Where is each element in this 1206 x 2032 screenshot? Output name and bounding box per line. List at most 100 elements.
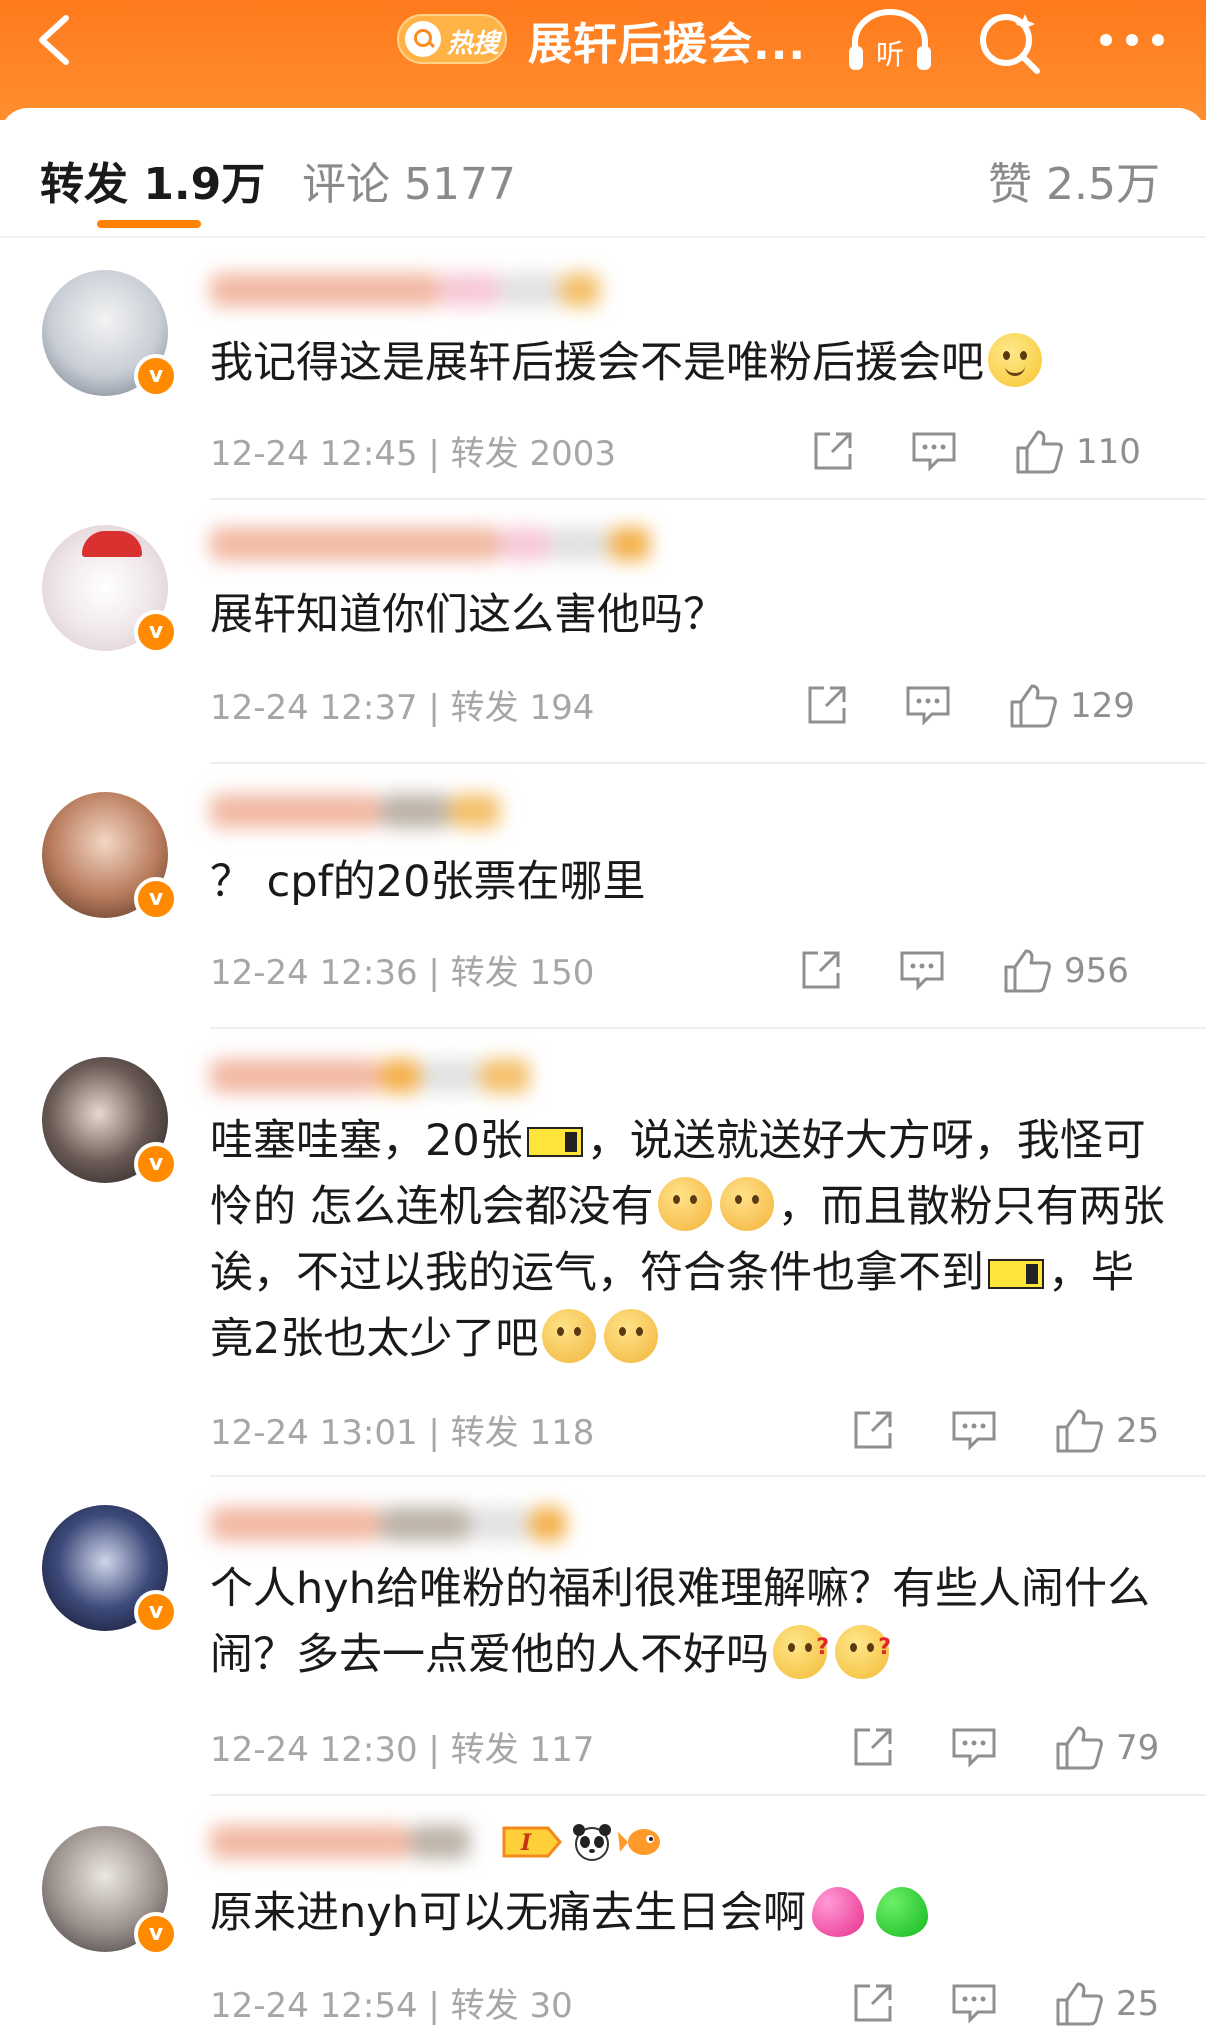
action-bar: 129 bbox=[804, 682, 1170, 732]
divider bbox=[210, 1794, 1206, 1796]
level-badge-icon: I bbox=[502, 1826, 562, 1858]
comment-text: 原来进nyh可以无痛去生日会啊 bbox=[210, 1880, 1170, 1946]
santa-hat bbox=[82, 531, 142, 557]
svg-text:I: I bbox=[520, 1830, 532, 1856]
share-icon[interactable] bbox=[850, 1407, 896, 1453]
comment-time: 12-24 12:54 bbox=[210, 1986, 418, 2026]
username-blurred[interactable] bbox=[210, 268, 660, 312]
listen-icon[interactable]: 听 bbox=[845, 8, 935, 74]
comment-time: 12-24 12:45 bbox=[210, 434, 418, 474]
tab-repost[interactable]: 转发 1.9万 bbox=[40, 148, 265, 212]
comment-text: 哇塞哇塞，20张 ，说送就送好大方呀，我怪可怜的 怎么连机会都没有 ，而且散粉只有两… bbox=[210, 1116, 1165, 1364]
comment-meta: 12-24 12:30 | 转发 117 bbox=[210, 1722, 594, 1771]
thumb-up-icon bbox=[1056, 1982, 1103, 2026]
fish-icon bbox=[618, 1829, 660, 1855]
action-bar: 25 bbox=[850, 1980, 1170, 2030]
repost-count: 转发 117 bbox=[450, 1730, 595, 1770]
divider bbox=[210, 1027, 1206, 1029]
pleading-face-icon bbox=[657, 1177, 712, 1231]
meta-separator: | bbox=[428, 434, 451, 474]
comment-meta: 12-24 12:45 | 转发 2003 bbox=[210, 426, 616, 475]
comment-meta: 12-24 13:01 | 转发 118 bbox=[210, 1405, 594, 1454]
user-badges: I bbox=[500, 1822, 680, 1866]
comment-icon[interactable] bbox=[910, 428, 958, 474]
meta-separator: | bbox=[428, 688, 451, 728]
comment-icon[interactable] bbox=[898, 947, 946, 993]
svg-text:听: 听 bbox=[876, 38, 904, 71]
thumb-up-icon bbox=[1056, 1409, 1103, 1453]
like-button[interactable]: 956 bbox=[1002, 947, 1170, 999]
comment-text: 我记得这是展轩后援会不是唯粉后援会吧 bbox=[210, 330, 1170, 396]
green-heart-icon bbox=[875, 1887, 928, 1937]
repost-count: 转发 150 bbox=[450, 953, 595, 993]
active-tab-indicator bbox=[97, 220, 201, 228]
comment-icon[interactable] bbox=[950, 1407, 998, 1453]
comment-time: 12-24 12:37 bbox=[210, 688, 418, 728]
hot-search-icon bbox=[405, 21, 441, 57]
thinking-face-icon: ? bbox=[835, 1625, 891, 1679]
like-count: 129 bbox=[1070, 686, 1135, 726]
username-blurred[interactable] bbox=[210, 789, 540, 833]
verified-badge-icon: v bbox=[134, 1142, 178, 1186]
comment-text: 展轩知道你们这么害他吗？ bbox=[210, 590, 726, 640]
concert-ticket-icon bbox=[526, 1127, 583, 1157]
comment-icon[interactable] bbox=[950, 1980, 998, 2026]
share-icon[interactable] bbox=[850, 1724, 896, 1770]
comment-meta: 12-24 12:37 | 转发 194 bbox=[210, 680, 594, 729]
action-bar: 79 bbox=[850, 1724, 1170, 1774]
action-bar: 25 bbox=[850, 1407, 1170, 1457]
like-button[interactable]: 110 bbox=[1014, 428, 1174, 480]
topic-title[interactable]: 展轩后援会... bbox=[528, 8, 806, 72]
share-icon[interactable] bbox=[798, 947, 844, 993]
hand-over-mouth-icon bbox=[542, 1309, 597, 1363]
verified-badge-icon: v bbox=[134, 610, 178, 654]
meta-separator: | bbox=[428, 1413, 451, 1453]
like-count: 25 bbox=[1116, 1411, 1160, 1451]
share-icon[interactable] bbox=[804, 682, 850, 728]
tab-like[interactable]: 赞 2.5万 bbox=[988, 148, 1160, 212]
username-blurred[interactable] bbox=[210, 1054, 590, 1098]
verified-badge-icon: v bbox=[134, 877, 178, 921]
like-count: 110 bbox=[1076, 432, 1141, 472]
username-blurred[interactable] bbox=[210, 1820, 500, 1864]
more-icon[interactable] bbox=[1092, 20, 1172, 60]
repost-count: 转发 194 bbox=[450, 688, 595, 728]
like-button[interactable]: 79 bbox=[1054, 1724, 1170, 1776]
like-button[interactable]: 129 bbox=[1008, 682, 1168, 734]
comment-meta: 12-24 12:54 | 转发 30 bbox=[210, 1978, 573, 2027]
thumb-up-icon bbox=[1016, 430, 1063, 474]
comment-text: ？ cpf的20张票在哪里 bbox=[210, 857, 646, 907]
meta-separator: | bbox=[428, 1730, 451, 1770]
repost-count: 转发 2003 bbox=[450, 434, 617, 474]
share-icon[interactable] bbox=[850, 1980, 896, 2026]
search-icon[interactable] bbox=[975, 6, 1045, 76]
divider bbox=[210, 498, 1206, 500]
hot-search-badge[interactable]: 热搜 bbox=[397, 14, 507, 64]
comment-icon[interactable] bbox=[950, 1724, 998, 1770]
like-button[interactable]: 25 bbox=[1054, 1980, 1170, 2032]
tab-comment[interactable]: 评论 5177 bbox=[302, 148, 516, 212]
divider bbox=[210, 1475, 1206, 1477]
like-button[interactable]: 25 bbox=[1054, 1407, 1170, 1459]
thumb-up-icon bbox=[1010, 684, 1057, 728]
repost-count: 转发 118 bbox=[450, 1413, 595, 1453]
comment-time: 12-24 13:01 bbox=[210, 1413, 418, 1453]
thinking-face-icon: ? bbox=[773, 1625, 829, 1679]
verified-badge-icon: v bbox=[134, 1590, 178, 1634]
top-bar: 热搜 展轩后援会... 听 bbox=[0, 0, 1206, 120]
username-blurred[interactable] bbox=[210, 1502, 630, 1546]
hand-over-mouth-icon bbox=[604, 1309, 659, 1363]
pleading-face-icon bbox=[719, 1177, 774, 1231]
comment-time: 12-24 12:30 bbox=[210, 1730, 418, 1770]
comment-icon[interactable] bbox=[904, 682, 952, 728]
thumb-up-icon bbox=[1056, 1726, 1103, 1770]
back-icon[interactable] bbox=[30, 10, 80, 70]
verified-badge-icon: v bbox=[134, 354, 178, 398]
panda-icon bbox=[573, 1824, 611, 1861]
sparkling-heart-icon bbox=[811, 1887, 864, 1937]
username-blurred[interactable] bbox=[210, 522, 740, 566]
verified-badge-icon: v bbox=[134, 1912, 178, 1956]
like-count: 956 bbox=[1064, 951, 1129, 991]
tab-bar: 转发 1.9万 评论 5177 赞 2.5万 bbox=[0, 108, 1206, 238]
share-icon[interactable] bbox=[810, 428, 856, 474]
